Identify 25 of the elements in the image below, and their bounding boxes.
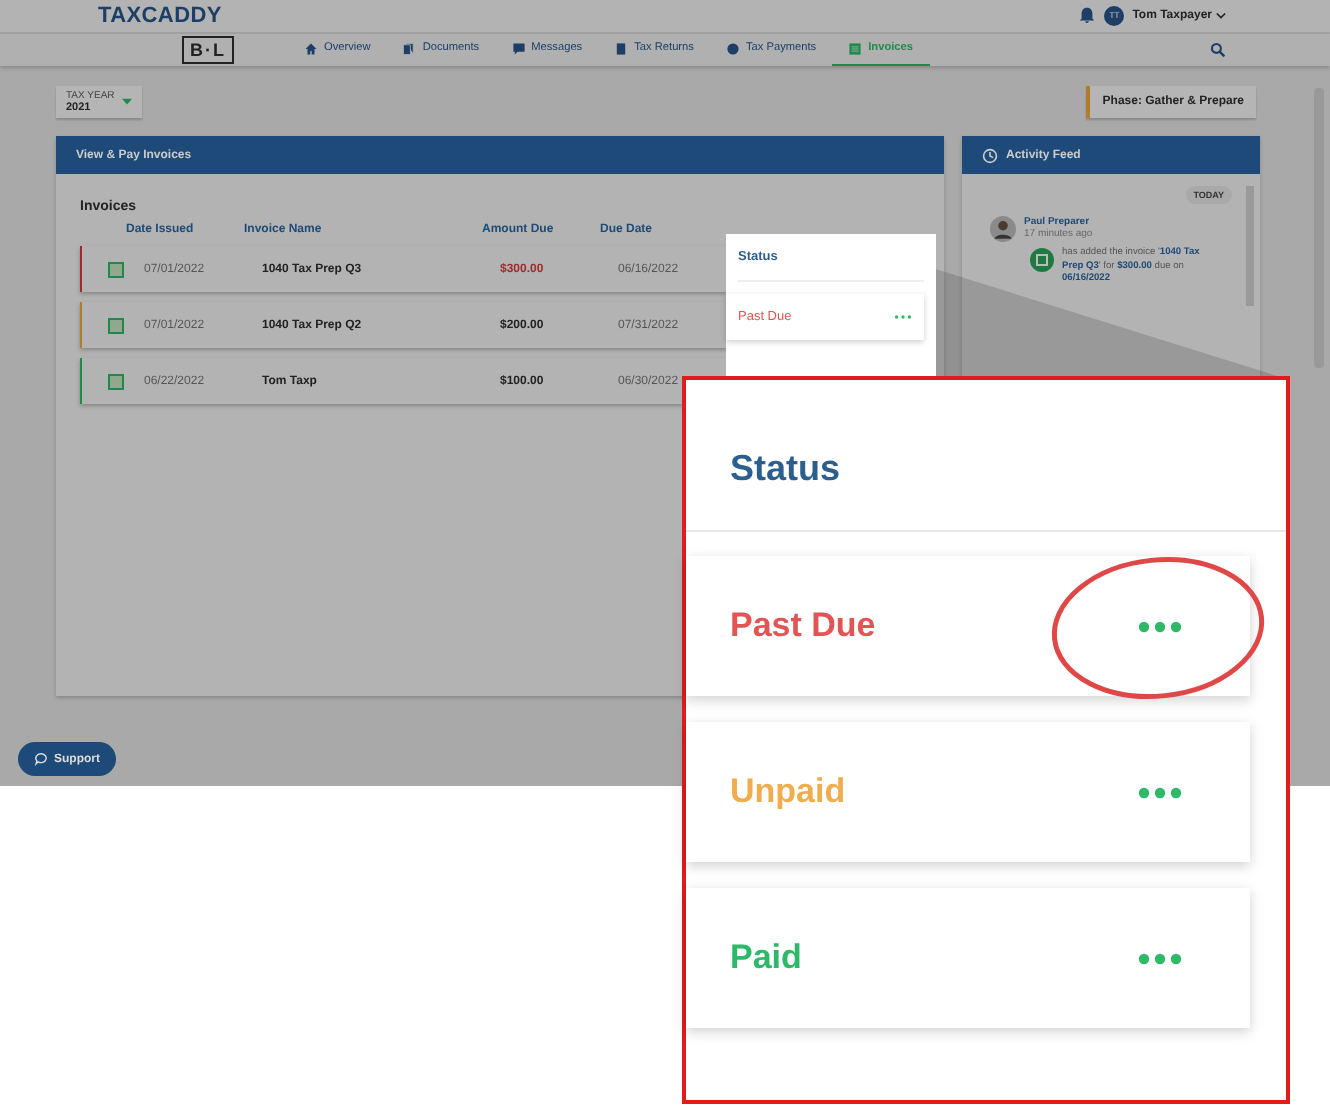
clock-icon (982, 147, 998, 163)
bell-icon[interactable] (1078, 6, 1097, 25)
status-item[interactable]: Past Due (686, 556, 1250, 696)
taxcaddy-logo: TAXCADDY (98, 3, 222, 28)
firm-logo: B·L (182, 35, 234, 64)
documents-icon (402, 41, 417, 56)
caret-icon (1216, 11, 1226, 20)
more-icon[interactable] (1138, 785, 1182, 799)
document-icon (614, 41, 629, 56)
invoice-icon (108, 261, 124, 277)
invoice-icon (108, 373, 124, 389)
list-icon (848, 41, 863, 56)
chat-icon (34, 752, 48, 766)
dropdown-caret-icon (122, 98, 132, 106)
more-icon[interactable] (1138, 951, 1182, 965)
invoice-icon (1030, 248, 1054, 272)
avatar-icon (990, 216, 1016, 242)
more-icon[interactable] (894, 314, 912, 320)
house-icon (304, 41, 318, 56)
coin-icon (725, 41, 740, 56)
more-icon[interactable] (1138, 619, 1182, 633)
invoice-icon (108, 317, 124, 333)
status-heading: Status (686, 380, 1286, 532)
search-icon[interactable] (1210, 41, 1226, 58)
chat-icon (511, 41, 526, 56)
